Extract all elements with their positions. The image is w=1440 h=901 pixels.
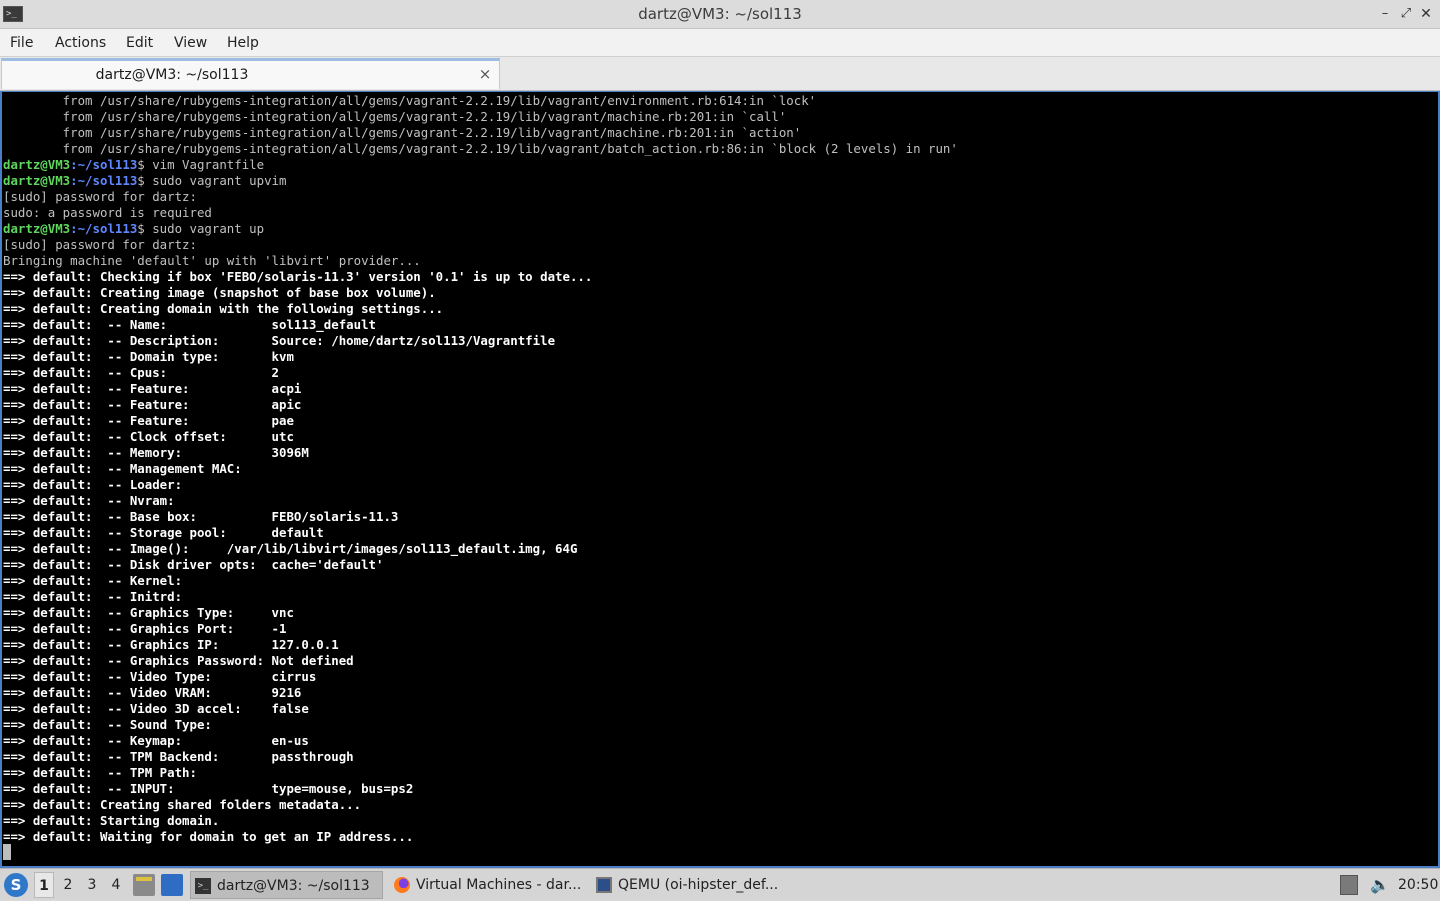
terminal-line: ==> default: -- Kernel: <box>3 573 183 588</box>
terminal-line: ==> default: -- Storage pool: default <box>3 525 324 540</box>
file-manager-icon[interactable] <box>133 874 155 896</box>
battery-icon[interactable] <box>1340 875 1358 895</box>
workspace-2[interactable]: 2 <box>58 872 78 898</box>
terminal-line: ==> default: -- Base box: FEBO/solaris-1… <box>3 509 399 524</box>
terminal-line: ==> default: Creating domain with the fo… <box>3 301 444 316</box>
terminal-line: ==> default: -- Feature: pae <box>3 413 294 428</box>
terminal-line: ==> default: -- Domain type: kvm <box>3 349 294 364</box>
terminal-line: ==> default: -- Name: sol113_default <box>3 317 376 332</box>
prompt-user: dartz@VM3 <box>3 173 71 188</box>
window-titlebar[interactable]: >_ dartz@VM3: ~/sol113 – ⤢ ✕ <box>0 0 1440 29</box>
prompt-path: :~/sol113 <box>70 221 138 236</box>
tab-terminal[interactable]: dartz@VM3: ~/sol113 × <box>1 58 500 89</box>
workspace-3[interactable]: 3 <box>82 872 102 898</box>
terminal-line: ==> default: -- Management MAC: <box>3 461 242 476</box>
terminal-line: ==> default: -- Keymap: en-us <box>3 733 309 748</box>
terminal-line: ==> default: -- Feature: apic <box>3 397 302 412</box>
command-text: $ sudo vagrant up <box>137 221 265 236</box>
workspace-1[interactable]: 1 <box>34 872 54 898</box>
maximize-button[interactable]: ⤢ <box>1397 4 1415 24</box>
terminal-line: ==> default: -- Clock offset: utc <box>3 429 294 444</box>
volume-icon[interactable]: 🔈 <box>1369 873 1391 897</box>
terminal-line: ==> default: -- TPM Path: <box>3 765 197 780</box>
terminal-line: from /usr/share/rubygems-integration/all… <box>3 109 787 124</box>
command-text: $ vim Vagrantfile <box>137 157 265 172</box>
terminal-line: ==> default: Starting domain. <box>3 813 220 828</box>
close-window-button[interactable]: ✕ <box>1417 4 1435 24</box>
firefox-icon <box>394 877 410 893</box>
show-desktop-icon[interactable] <box>161 874 183 896</box>
terminal-line: Bringing machine 'default' up with 'libv… <box>3 253 421 268</box>
text-cursor <box>3 844 11 860</box>
tab-close-icon[interactable]: × <box>476 63 494 85</box>
terminal-line: ==> default: -- TPM Backend: passthrough <box>3 749 354 764</box>
terminal-output: from /usr/share/rubygems-integration/all… <box>3 93 958 845</box>
terminal-icon: >_ <box>195 878 211 894</box>
terminal-line: ==> default: -- Disk driver opts: cache=… <box>3 557 384 572</box>
terminal-line: ==> default: -- Cpus: 2 <box>3 365 280 380</box>
task-firefox[interactable]: Virtual Machines - dar... <box>390 871 586 899</box>
menu-edit[interactable]: Edit <box>126 29 153 57</box>
menu-actions[interactable]: Actions <box>55 29 106 57</box>
terminal-line: ==> default: -- Description: Source: /ho… <box>3 333 556 348</box>
terminal-line: ==> default: -- Loader: <box>3 477 183 492</box>
terminal-line: ==> default: -- Memory: 3096M <box>3 445 309 460</box>
terminal-line: from /usr/share/rubygems-integration/all… <box>3 141 958 156</box>
terminal-line: ==> default: -- Graphics Password: Not d… <box>3 653 354 668</box>
task-firefox-label: Virtual Machines - dar... <box>416 877 582 893</box>
terminal-line: ==> default: -- Nvram: <box>3 493 175 508</box>
terminal-line: ==> default: -- Graphics Port: -1 <box>3 621 287 636</box>
start-menu-icon[interactable]: S <box>4 873 28 897</box>
terminal-line: dartz@VM3:~/sol113$ sudo vagrant upvim <box>3 173 958 189</box>
terminal-line: dartz@VM3:~/sol113$ sudo vagrant up <box>3 221 958 237</box>
task-terminal[interactable]: >_ dartz@VM3: ~/sol113 <box>190 871 383 899</box>
terminal-line: sudo: a password is required <box>3 205 212 220</box>
menu-file[interactable]: File <box>10 29 33 57</box>
terminal-line: [sudo] password for dartz: <box>3 237 197 252</box>
menu-bar: File Actions Edit View Help <box>0 29 1440 57</box>
terminal-line: ==> default: -- INPUT: type=mouse, bus=p… <box>3 781 414 796</box>
terminal-line: ==> default: -- Initrd: <box>3 589 183 604</box>
terminal-line: ==> default: -- Video VRAM: 9216 <box>3 685 302 700</box>
terminal-line: ==> default: -- Graphics IP: 127.0.0.1 <box>3 637 339 652</box>
prompt-path: :~/sol113 <box>70 157 138 172</box>
prompt-user: dartz@VM3 <box>3 221 71 236</box>
terminal-view[interactable]: from /usr/share/rubygems-integration/all… <box>0 91 1440 868</box>
terminal-line: from /usr/share/rubygems-integration/all… <box>3 93 817 108</box>
terminal-line: from /usr/share/rubygems-integration/all… <box>3 125 802 140</box>
terminal-line: ==> default: Waiting for domain to get a… <box>3 829 414 844</box>
minimize-button[interactable]: – <box>1376 4 1394 24</box>
qemu-icon <box>596 877 612 893</box>
task-qemu-label: QEMU (oi-hipster_def... <box>618 877 779 893</box>
menu-help[interactable]: Help <box>227 29 259 57</box>
terminal-line: ==> default: Creating shared folders met… <box>3 797 362 812</box>
window-title: dartz@VM3: ~/sol113 <box>638 5 802 23</box>
workspace-4[interactable]: 4 <box>106 872 126 898</box>
terminal-line: ==> default: -- Feature: acpi <box>3 381 302 396</box>
terminal-line: ==> default: Checking if box 'FEBO/solar… <box>3 269 593 284</box>
terminal-line: dartz@VM3:~/sol113$ vim Vagrantfile <box>3 157 958 173</box>
tab-label: dartz@VM3: ~/sol113 <box>95 67 249 83</box>
terminal-line: ==> default: -- Image(): /var/lib/libvir… <box>3 541 578 556</box>
prompt-user: dartz@VM3 <box>3 157 71 172</box>
taskbar: S 1 2 3 4 >_ dartz@VM3: ~/sol113 Virtual… <box>0 868 1440 900</box>
task-qemu[interactable]: QEMU (oi-hipster_def... <box>592 871 788 899</box>
clock[interactable]: 20:50 <box>1398 869 1438 901</box>
command-text: $ sudo vagrant upvim <box>137 173 287 188</box>
terminal-line: ==> default: -- Video Type: cirrus <box>3 669 317 684</box>
tab-bar: dartz@VM3: ~/sol113 × <box>0 57 1440 91</box>
prompt-path: :~/sol113 <box>70 173 138 188</box>
menu-view[interactable]: View <box>174 29 207 57</box>
terminal-line: ==> default: Creating image (snapshot of… <box>3 285 436 300</box>
terminal-line: [sudo] password for dartz: <box>3 189 197 204</box>
terminal-line: ==> default: -- Sound Type: <box>3 717 212 732</box>
terminal-line: ==> default: -- Graphics Type: vnc <box>3 605 294 620</box>
terminal-line: ==> default: -- Video 3D accel: false <box>3 701 309 716</box>
task-terminal-label: dartz@VM3: ~/sol113 <box>217 878 370 894</box>
